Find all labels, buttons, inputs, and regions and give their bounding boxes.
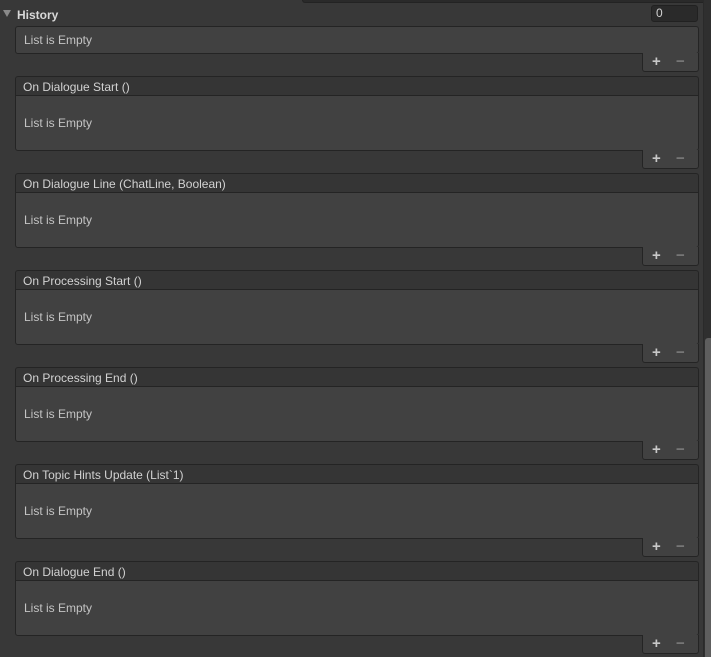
- event-title: On Processing Start (): [23, 274, 142, 288]
- event-title: On Processing End (): [23, 371, 138, 385]
- remove-listener-button[interactable]: −: [676, 343, 685, 362]
- history-size-field[interactable]: 0: [651, 5, 698, 22]
- scrollbar-thumb[interactable]: [705, 338, 711, 657]
- add-listener-button[interactable]: +: [652, 440, 661, 459]
- event-title: On Dialogue End (): [23, 565, 126, 579]
- add-listener-button[interactable]: +: [652, 634, 661, 653]
- event-list-footer: + −: [642, 247, 699, 266]
- empty-list-text: List is Empty: [24, 116, 93, 130]
- history-list-footer: + −: [642, 53, 699, 72]
- remove-listener-button[interactable]: −: [676, 440, 685, 459]
- add-listener-button[interactable]: +: [652, 537, 661, 556]
- event-list-footer: + −: [642, 635, 699, 654]
- event-header: On Dialogue Start (): [15, 76, 699, 96]
- remove-element-button[interactable]: −: [676, 52, 685, 71]
- event-list: List is Empty: [15, 580, 699, 636]
- empty-list-text: List is Empty: [24, 504, 93, 518]
- empty-list-text: List is Empty: [24, 213, 93, 227]
- event-list-footer: + −: [642, 344, 699, 363]
- event-title: On Dialogue Line (ChatLine, Boolean): [23, 177, 226, 191]
- empty-list-text: List is Empty: [24, 601, 93, 615]
- event-list-footer: + −: [642, 441, 699, 460]
- event-title: On Topic Hints Update (List`1): [23, 468, 184, 482]
- event-list: List is Empty: [15, 386, 699, 442]
- add-listener-button[interactable]: +: [652, 149, 661, 168]
- event-title: On Dialogue Start (): [23, 80, 130, 94]
- event-header: On Dialogue Line (ChatLine, Boolean): [15, 173, 699, 193]
- event-list: List is Empty: [15, 95, 699, 151]
- history-label: History: [17, 8, 59, 22]
- remove-listener-button[interactable]: −: [676, 634, 685, 653]
- history-list: List is Empty: [15, 26, 699, 54]
- event-header: On Dialogue End (): [15, 561, 699, 581]
- event-list: List is Empty: [15, 483, 699, 539]
- event-header: On Processing End (): [15, 367, 699, 387]
- remove-listener-button[interactable]: −: [676, 246, 685, 265]
- empty-list-text: List is Empty: [24, 310, 93, 324]
- event-list: List is Empty: [15, 289, 699, 345]
- foldout-arrow-icon[interactable]: [3, 10, 11, 17]
- event-list-footer: + −: [642, 150, 699, 169]
- add-element-button[interactable]: +: [652, 52, 661, 71]
- add-listener-button[interactable]: +: [652, 246, 661, 265]
- history-foldout[interactable]: History: [0, 5, 700, 25]
- event-list-footer: + −: [642, 538, 699, 557]
- empty-list-text: List is Empty: [24, 33, 93, 47]
- remove-listener-button[interactable]: −: [676, 537, 685, 556]
- add-listener-button[interactable]: +: [652, 343, 661, 362]
- empty-list-text: List is Empty: [24, 407, 93, 421]
- previous-field-edge: [302, 0, 711, 3]
- remove-listener-button[interactable]: −: [676, 149, 685, 168]
- event-header: On Processing Start (): [15, 270, 699, 290]
- event-header: On Topic Hints Update (List`1): [15, 464, 699, 484]
- event-list: List is Empty: [15, 192, 699, 248]
